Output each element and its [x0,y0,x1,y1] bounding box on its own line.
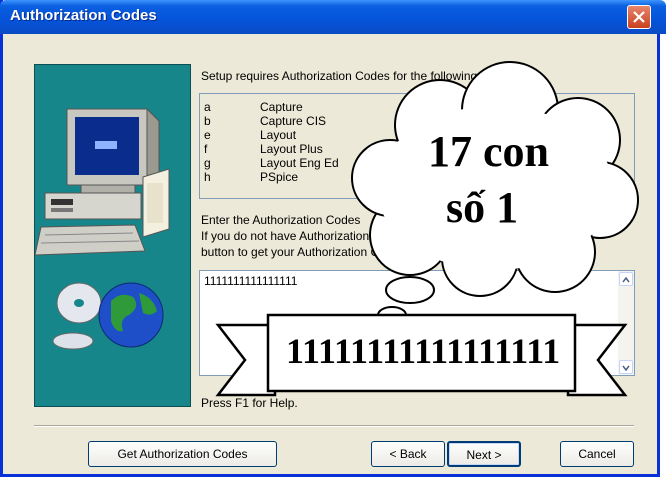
banner-text: 11111111111111111 [286,331,561,371]
thought-dot [385,276,435,304]
annotation-overlay [215,61,639,397]
bubble-text-line-2: số 1 [446,183,519,232]
bubble-text-line-1: 17 con [428,127,549,176]
